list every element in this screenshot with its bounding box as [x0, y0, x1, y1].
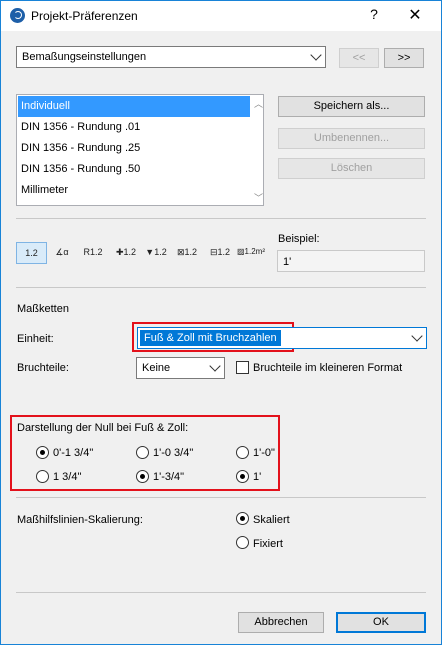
scroll-down-icon[interactable]: ﹀ — [254, 191, 263, 204]
fixed-label[interactable]: Fixiert — [253, 538, 283, 550]
fractions-select-value: Keine — [142, 362, 171, 374]
elevation-dimension-icon[interactable]: ▼1.2 — [143, 242, 169, 264]
cancel-button[interactable]: Abbrechen — [238, 612, 324, 633]
list-item[interactable]: DIN 1356 - Rundung .50 — [18, 159, 250, 180]
chevron-down-icon — [411, 330, 423, 342]
zero-option-label[interactable]: 1 3/4" — [53, 471, 81, 483]
divider — [16, 497, 426, 498]
unit-select[interactable]: Fuß & Zoll mit Bruchzahlen — [137, 327, 427, 349]
zero-display-heading: Darstellung der Null bei Fuß & Zoll: — [17, 422, 189, 434]
smaller-format-label[interactable]: Bruchteile im kleineren Format — [253, 362, 402, 374]
zero-option-label[interactable]: 1'-3/4" — [153, 471, 184, 483]
ok-button[interactable]: OK — [336, 612, 426, 633]
fractions-select[interactable]: Keine — [136, 357, 225, 379]
fixed-radio[interactable] — [236, 536, 249, 549]
chevron-down-icon — [209, 360, 221, 372]
example-value: 1' — [283, 256, 292, 268]
previous-page-button[interactable]: << — [339, 48, 379, 68]
page-select[interactable]: Bemaßungseinstellungen — [16, 46, 326, 68]
scroll-up-icon[interactable]: ︿ — [254, 97, 263, 110]
unit-select-value: Fuß & Zoll mit Bruchzahlen — [140, 330, 281, 346]
scaled-label[interactable]: Skaliert — [253, 514, 290, 526]
list-item[interactable]: Millimeter — [18, 180, 250, 201]
zero-option-radio[interactable] — [36, 470, 49, 483]
chevron-down-icon — [310, 49, 322, 61]
zero-option-radio[interactable] — [136, 470, 149, 483]
list-item[interactable]: DIN 1356 - Rundung .01 — [18, 117, 250, 138]
zero-option-radio[interactable] — [236, 470, 249, 483]
rename-button[interactable]: Umbenennen... — [278, 128, 425, 149]
page-select-value: Bemaßungseinstellungen — [22, 51, 147, 63]
next-page-button[interactable]: >> — [384, 48, 424, 68]
help-button[interactable]: ? — [361, 6, 387, 26]
title-bar: Projekt-Präferenzen ? ✕ — [1, 1, 441, 31]
zero-option-radio[interactable] — [136, 446, 149, 459]
smaller-format-checkbox[interactable] — [236, 361, 249, 374]
sill-height-dimension-icon[interactable]: ⊟1.2 — [205, 242, 235, 264]
divider — [16, 287, 426, 288]
section-heading: Maßketten — [17, 303, 69, 315]
linear-dimension-icon[interactable]: 1.2 — [16, 242, 47, 264]
radius-dimension-icon[interactable]: R1.2 — [77, 242, 109, 264]
example-preview: 1' — [277, 250, 425, 272]
divider — [16, 592, 426, 593]
zero-option-label[interactable]: 1'-0" — [253, 447, 275, 459]
zero-option-label[interactable]: 0'-1 3/4" — [53, 447, 93, 459]
zero-option-radio[interactable] — [236, 446, 249, 459]
window-title: Projekt-Präferenzen — [31, 9, 138, 23]
list-item[interactable]: Individuell — [18, 96, 250, 117]
area-dimension-icon[interactable]: ▨1.2m² — [237, 242, 265, 264]
unit-label: Einheit: — [17, 333, 54, 345]
divider — [16, 218, 426, 219]
close-button[interactable]: ✕ — [401, 5, 429, 25]
angle-dimension-icon[interactable]: ∡α — [49, 242, 75, 264]
preset-list[interactable]: Individuell DIN 1356 - Rundung .01 DIN 1… — [16, 94, 264, 206]
door-window-dimension-icon[interactable]: ⊠1.2 — [171, 242, 203, 264]
save-as-button[interactable]: Speichern als... — [278, 96, 425, 117]
level-dimension-icon[interactable]: ✚1.2 — [111, 242, 141, 264]
zero-option-radio[interactable] — [36, 446, 49, 459]
zero-option-label[interactable]: 1'-0 3/4" — [153, 447, 193, 459]
app-icon — [10, 8, 25, 23]
scaled-radio[interactable] — [236, 512, 249, 525]
list-item[interactable]: DIN 1356 - Rundung .25 — [18, 138, 250, 159]
delete-button[interactable]: Löschen — [278, 158, 425, 179]
extension-scaling-label: Maßhilfslinien-Skalierung: — [17, 514, 143, 526]
example-label: Beispiel: — [278, 233, 320, 245]
fractions-label: Bruchteile: — [17, 362, 69, 374]
zero-option-label[interactable]: 1' — [253, 471, 261, 483]
